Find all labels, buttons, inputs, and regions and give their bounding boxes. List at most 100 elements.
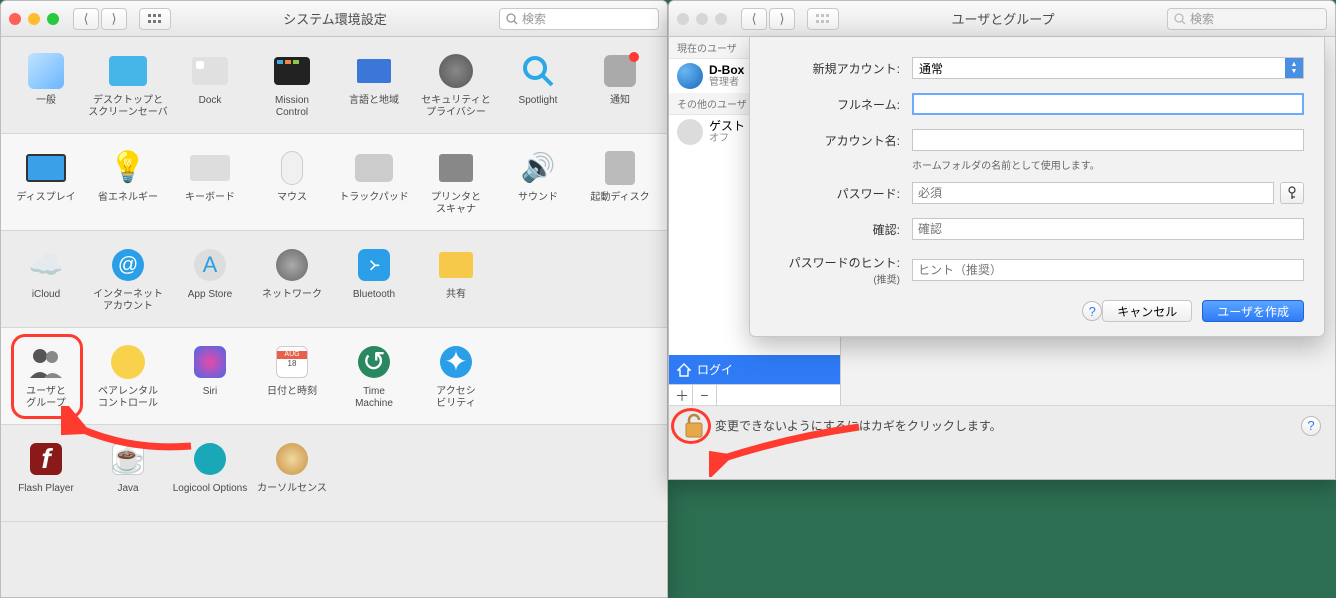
show-all-button[interactable] xyxy=(807,8,839,30)
back-button[interactable]: ⟨ xyxy=(741,8,767,30)
pref-item[interactable]: ᚛Bluetooth xyxy=(333,239,415,315)
password-assistant-button[interactable] xyxy=(1280,182,1304,204)
pref-label: 省エネルギー xyxy=(98,192,158,218)
pref-icon xyxy=(436,148,476,188)
pref-icon xyxy=(354,51,394,91)
pref-item[interactable]: AUG18 日付と時刻 xyxy=(251,336,333,412)
pref-icon: 💡 xyxy=(108,148,148,188)
pref-item[interactable]: fFlash Player xyxy=(5,433,87,509)
pref-item[interactable]: 💡 省エネルギー xyxy=(87,142,169,218)
pref-icon: AUG18 xyxy=(272,342,312,382)
pref-item[interactable]: マウス xyxy=(251,142,333,218)
pref-item[interactable]: ↺TimeMachine xyxy=(333,336,415,412)
pref-item[interactable]: トラックパッド xyxy=(333,142,415,218)
pref-icon xyxy=(436,51,476,91)
pref-item[interactable]: ☕ Java xyxy=(87,433,169,509)
pref-item[interactable]: ペアレンタルコントロール xyxy=(87,336,169,412)
pref-item[interactable]: MissionControl xyxy=(251,45,333,121)
pref-item[interactable]: ☁️iCloud xyxy=(5,239,87,315)
pref-item[interactable]: プリンタとスキャナ xyxy=(415,142,497,218)
pref-icon: ☕ xyxy=(108,439,148,479)
pref-label: Dock xyxy=(199,95,222,121)
pref-label: ディスプレイ xyxy=(16,192,75,218)
lock-bar: 変更できないようにするにはカギをクリックします。 ? xyxy=(669,405,1335,445)
password-label: パスワード: xyxy=(770,185,900,202)
system-preferences-window: ⟨ ⟩ システム環境設定 検索 一般デスクトップとスクリーンセーバDockMis… xyxy=(0,0,668,598)
pref-item[interactable]: AApp Store xyxy=(169,239,251,315)
avatar-icon xyxy=(677,119,703,145)
search-field[interactable]: 検索 xyxy=(499,8,659,30)
pref-item[interactable]: 🔊サウンド xyxy=(497,142,579,218)
pref-label: Spotlight xyxy=(519,95,558,121)
accountname-input[interactable] xyxy=(912,129,1304,151)
login-options[interactable]: ログイ xyxy=(669,355,840,384)
pref-item[interactable]: Spotlight xyxy=(497,45,579,121)
pref-icon xyxy=(190,439,230,479)
zoom-button[interactable] xyxy=(715,13,727,25)
hint-label: パスワードのヒント:(推奨) xyxy=(770,254,900,286)
confirm-input[interactable] xyxy=(912,218,1304,240)
pref-icon xyxy=(272,51,312,91)
pref-icon: f xyxy=(26,439,66,479)
pref-label: Logicool Options xyxy=(173,483,248,509)
zoom-button[interactable] xyxy=(47,13,59,25)
accountname-label: アカウント名: xyxy=(770,132,900,149)
pref-item[interactable]: ✦アクセシビリティ xyxy=(415,336,497,412)
pref-item[interactable]: ネットワーク xyxy=(251,239,333,315)
titlebar: ⟨ ⟩ ユーザとグループ 検索 xyxy=(669,1,1335,37)
pref-icon xyxy=(190,51,230,91)
search-field[interactable]: 検索 xyxy=(1167,8,1327,30)
pref-item[interactable]: 言語と地域 xyxy=(333,45,415,121)
pref-item[interactable]: 共有 xyxy=(415,239,497,315)
pref-icon xyxy=(436,245,476,285)
show-all-button[interactable] xyxy=(139,8,171,30)
pref-label: サウンド xyxy=(518,192,558,218)
fullname-input[interactable] xyxy=(912,93,1304,115)
create-user-button[interactable]: ユーザを作成 xyxy=(1202,300,1304,322)
pref-item[interactable]: 起動ディスク xyxy=(579,142,661,218)
pref-item[interactable]: Siri xyxy=(169,336,251,412)
pref-label: Java xyxy=(117,483,138,509)
account-type-select[interactable]: 通常 ▲▼ xyxy=(912,57,1304,79)
pref-row: ユーザとグループペアレンタルコントロールSiri AUG18 日付と時刻 ↺TimeM… xyxy=(1,328,667,425)
hint-input[interactable] xyxy=(912,259,1304,281)
add-user-button[interactable]: ＋ xyxy=(669,385,693,405)
window-body: 現在のユーザ D-Box 管理者 その他のユーザ ゲスト オフ xyxy=(669,37,1335,405)
back-button[interactable]: ⟨ xyxy=(73,8,99,30)
pref-row: 一般デスクトップとスクリーンセーバ Dock MissionControl言語と地域… xyxy=(1,37,667,134)
pref-icon xyxy=(272,148,312,188)
user-info: D-Box 管理者 xyxy=(709,64,744,88)
pref-item[interactable]: Logicool Options xyxy=(169,433,251,509)
guest-name: ゲスト xyxy=(709,120,745,133)
minimize-button[interactable] xyxy=(696,13,708,25)
pref-item[interactable]: セキュリティとプライバシー xyxy=(415,45,497,121)
minimize-button[interactable] xyxy=(28,13,40,25)
forward-button[interactable]: ⟩ xyxy=(769,8,795,30)
close-button[interactable] xyxy=(677,13,689,25)
pref-icon: ᚛ xyxy=(354,245,394,285)
remove-user-button[interactable]: − xyxy=(693,385,717,405)
pref-row: ディスプレイ 💡 省エネルギーキーボードマウストラックパッドプリンタとスキャナ🔊サウ… xyxy=(1,134,667,231)
help-button[interactable]: ? xyxy=(1301,416,1321,436)
pref-label: マウス xyxy=(277,192,307,218)
pref-item[interactable]: キーボード xyxy=(169,142,251,218)
pref-item[interactable]: ユーザとグループ xyxy=(5,336,87,412)
forward-button[interactable]: ⟩ xyxy=(101,8,127,30)
pref-icon: ✦ xyxy=(436,342,476,382)
pref-item[interactable]: 一般 xyxy=(5,45,87,121)
close-button[interactable] xyxy=(9,13,21,25)
pref-label: 日付と時刻 xyxy=(267,386,317,412)
pref-item[interactable]: カーソルセンス xyxy=(251,433,333,509)
pref-label: TimeMachine xyxy=(355,386,393,412)
pref-item[interactable]: 通知 xyxy=(579,45,661,121)
cancel-button[interactable]: キャンセル xyxy=(1102,300,1192,322)
pref-item[interactable]: @インターネットアカウント xyxy=(87,239,169,315)
pref-item[interactable]: Dock xyxy=(169,45,251,121)
pref-label: 起動ディスク xyxy=(590,192,649,218)
pref-item[interactable]: ディスプレイ xyxy=(5,142,87,218)
pref-item[interactable]: デスクトップとスクリーンセーバ xyxy=(87,45,169,121)
traffic-lights xyxy=(677,13,727,25)
password-input[interactable] xyxy=(912,182,1274,204)
help-button[interactable]: ? xyxy=(1082,301,1102,321)
new-user-sheet: 新規アカウント: 通常 ▲▼ フルネーム: アカウント名: xyxy=(749,37,1325,337)
